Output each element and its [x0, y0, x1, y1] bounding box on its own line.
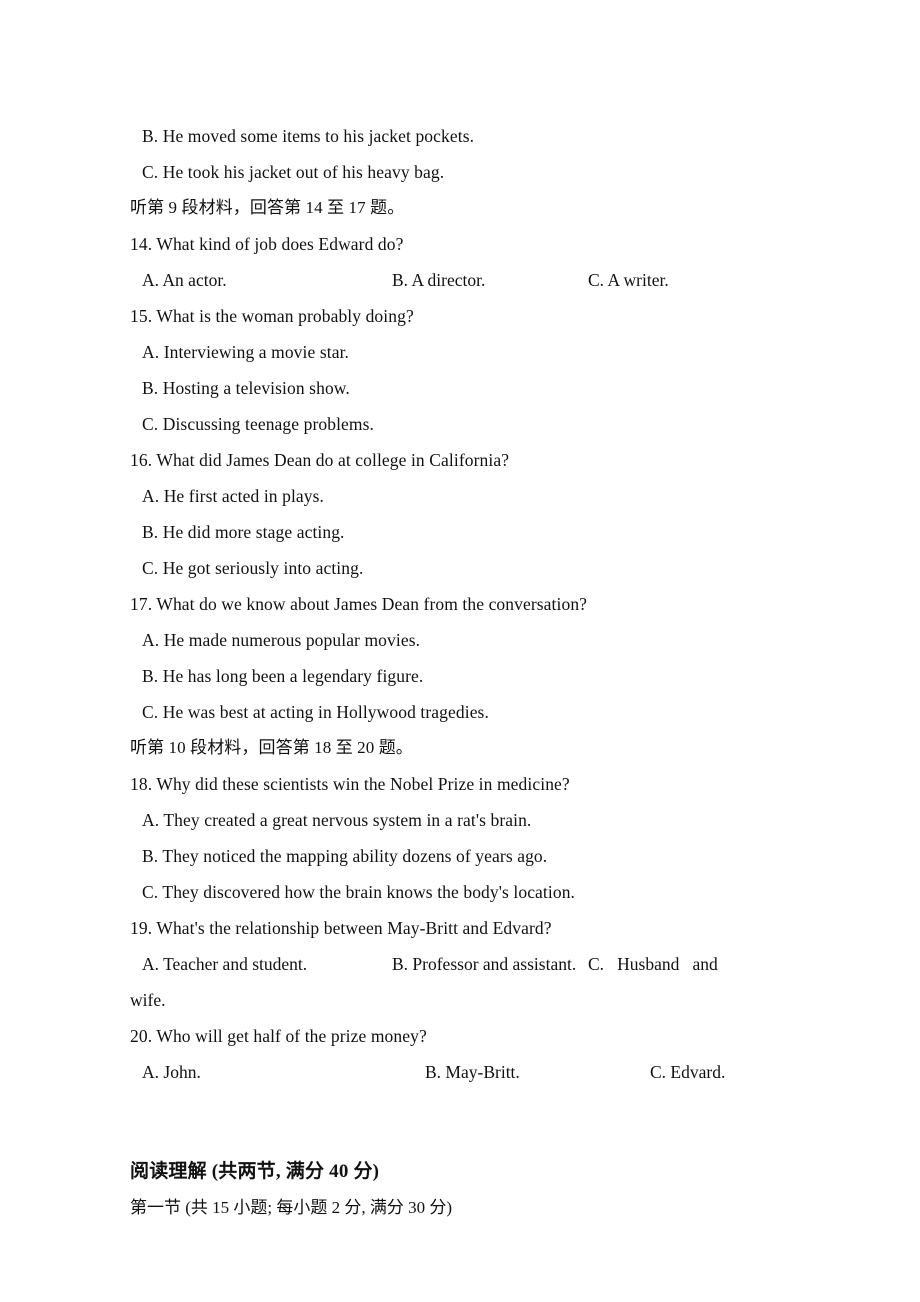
question-14-options: A. An actor. B. A director. C. A writer. [130, 262, 790, 298]
question-14-option-a[interactable]: A. An actor. [142, 262, 227, 298]
question-20-option-b[interactable]: B. May-Britt. [425, 1054, 520, 1090]
question-17-option-c[interactable]: C. He was best at acting in Hollywood tr… [130, 694, 790, 730]
question-18-option-c[interactable]: C. They discovered how the brain knows t… [130, 874, 790, 910]
question-14-stem: 14. What kind of job does Edward do? [130, 234, 404, 254]
question-14-option-b[interactable]: B. A director. [392, 262, 485, 298]
question-16-stem: 16. What did James Dean do at college in… [130, 450, 510, 470]
question-19-option-c[interactable]: C. Husband and [588, 946, 718, 982]
question-17-option-a[interactable]: A. He made numerous popular movies. [130, 622, 790, 658]
reading-section-subheading: 第一节 (共 15 小题; 每小题 2 分, 满分 30 分) [130, 1198, 453, 1217]
question-16-option-b[interactable]: B. He did more stage acting. [130, 514, 790, 550]
question-15-option-c[interactable]: C. Discussing teenage problems. [130, 406, 790, 442]
question-19-option-c-continuation[interactable]: wife. [130, 982, 790, 1018]
exam-page: B. He moved some items to his jacket poc… [0, 0, 920, 1302]
question-20-option-c[interactable]: C. Edvard. [650, 1054, 725, 1090]
carryover-option-b: B. He moved some items to his jacket poc… [142, 126, 475, 146]
question-16-option-c[interactable]: C. He got seriously into acting. [130, 550, 790, 586]
question-18-option-a[interactable]: A. They created a great nervous system i… [130, 802, 790, 838]
question-20-options: A. John. B. May-Britt. C. Edvard. [130, 1054, 790, 1090]
question-16-option-a[interactable]: A. He first acted in plays. [130, 478, 790, 514]
question-17-stem: 17. What do we know about James Dean fro… [130, 594, 588, 614]
question-15-option-b[interactable]: B. Hosting a television show. [130, 370, 790, 406]
question-19-option-a[interactable]: A. Teacher and student. [142, 946, 307, 982]
question-19-option-b[interactable]: B. Professor and assistant. [392, 946, 576, 982]
question-19-stem: 19. What's the relationship between May-… [130, 918, 552, 938]
question-15-option-a[interactable]: A. Interviewing a movie star. [130, 334, 790, 370]
question-20-stem: 20. Who will get half of the prize money… [130, 1026, 427, 1046]
carryover-option-c: C. He took his jacket out of his heavy b… [142, 162, 445, 182]
question-15-stem: 15. What is the woman probably doing? [130, 306, 414, 326]
question-18-option-b[interactable]: B. They noticed the mapping ability doze… [130, 838, 790, 874]
directive-passage-9: 听第 9 段材料，回答第 14 至 17 题。 [130, 198, 405, 217]
directive-passage-10: 听第 10 段材料，回答第 18 至 20 题。 [130, 738, 413, 757]
question-20-option-a[interactable]: A. John. [142, 1054, 201, 1090]
question-19-options: A. Teacher and student. B. Professor and… [130, 946, 790, 982]
question-18-stem: 18. Why did these scientists win the Nob… [130, 774, 570, 794]
reading-section-heading: 阅读理解 (共两节, 满分 40 分) [130, 1161, 380, 1182]
question-17-option-b[interactable]: B. He has long been a legendary figure. [130, 658, 790, 694]
question-14-option-c[interactable]: C. A writer. [588, 262, 669, 298]
